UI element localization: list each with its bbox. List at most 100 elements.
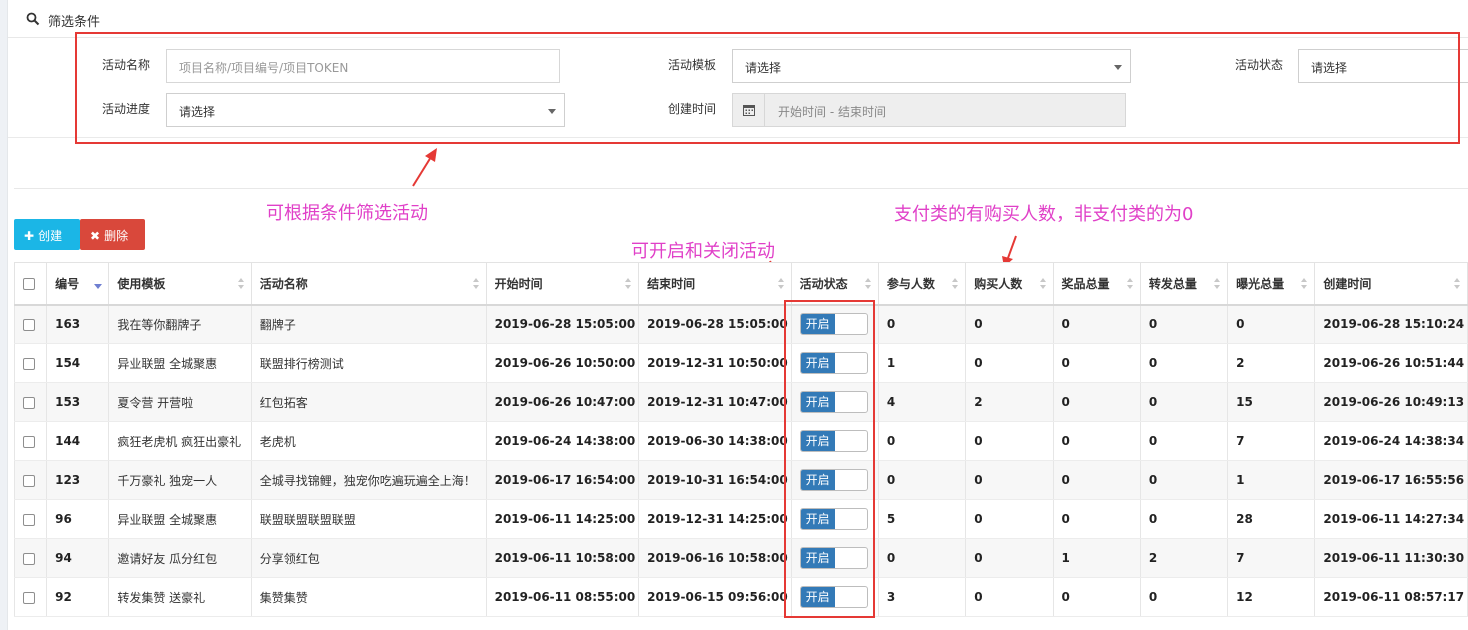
annotation-buyers-note: 支付类的有购买人数，非支付类的为0 <box>894 204 1194 225</box>
cell-participants: 0 <box>877 460 967 500</box>
table-row[interactable]: 92 转发集赞 送豪礼 集赞集赞 2019-06-11 08:55:00 2019-06… <box>13 577 1468 617</box>
select-all-checkbox[interactable] <box>23 277 35 290</box>
cell-end: 2019-06-16 10:58:00 <box>638 538 792 578</box>
table-row[interactable]: 123 千万豪礼 独宠一人 全城寻找锦鲤，独宠你吃遍玩遍全上海！ 2019-06-17… <box>13 460 1468 500</box>
cell-prizes: 0 <box>1052 304 1141 344</box>
column-header-status[interactable]: 活动状态 <box>790 262 879 306</box>
cell-end: 2019-10-31 16:54:00 <box>638 460 792 500</box>
table-row[interactable]: 144 疯狂老虎机 疯狂出豪礼 老虎机 2019-06-24 14:38:00 2019… <box>13 421 1468 461</box>
sort-icon <box>1454 278 1461 290</box>
annotation-toggle-note: 可开启和关闭活动 <box>631 241 775 262</box>
row-checkbox[interactable] <box>23 396 35 409</box>
cell-exposure: 2 <box>1227 343 1316 383</box>
cell-buyers: 2 <box>965 382 1054 422</box>
cell-shares: 0 <box>1139 577 1229 617</box>
row-checkbox-cell[interactable] <box>13 421 48 461</box>
cell-buyers: 0 <box>965 421 1054 461</box>
row-checkbox-cell[interactable] <box>13 499 48 539</box>
row-checkbox[interactable] <box>23 474 35 487</box>
column-header-start[interactable]: 开始时间 <box>485 262 640 306</box>
cell-shares: 0 <box>1139 382 1229 422</box>
cell-name: 老虎机 <box>250 421 487 461</box>
cell-exposure: 28 <box>1227 499 1316 539</box>
column-header-buyers[interactable]: 购买人数 <box>965 262 1054 306</box>
column-header-prizes[interactable]: 奖品总量 <box>1052 262 1141 306</box>
column-header-participants[interactable]: 参与人数 <box>877 262 967 306</box>
cell-prizes: 0 <box>1052 421 1141 461</box>
cell-id: 153 <box>46 382 110 422</box>
cell-end: 2019-12-31 10:47:00 <box>638 382 792 422</box>
cell-start: 2019-06-28 15:05:00 <box>485 304 640 344</box>
cell-created: 2019-06-11 14:27:34 <box>1314 499 1468 539</box>
create-button[interactable]: ✚ 创建 <box>14 219 80 250</box>
row-checkbox-cell[interactable] <box>13 460 48 500</box>
row-checkbox[interactable] <box>23 318 35 331</box>
left-edge-strip <box>0 0 8 630</box>
row-checkbox-cell[interactable] <box>13 538 48 578</box>
column-header-shares[interactable]: 转发总量 <box>1139 262 1229 306</box>
cell-participants: 1 <box>877 343 967 383</box>
cell-created: 2019-06-11 08:57:17 <box>1314 577 1468 617</box>
cell-start: 2019-06-11 14:25:00 <box>485 499 640 539</box>
cell-buyers: 0 <box>965 304 1054 344</box>
table-row[interactable]: 163 我在等你翻牌子 翻牌子 2019-06-28 15:05:00 2019-06-… <box>13 304 1468 344</box>
row-checkbox[interactable] <box>23 435 35 448</box>
column-header-end[interactable]: 结束时间 <box>638 262 792 306</box>
cell-participants: 0 <box>877 421 967 461</box>
cell-end: 2019-06-28 15:05:00 <box>638 304 792 344</box>
sort-icon <box>625 278 632 290</box>
cell-end: 2019-12-31 14:25:00 <box>638 499 792 539</box>
cell-start: 2019-06-17 16:54:00 <box>485 460 640 500</box>
table-row[interactable]: 154 异业联盟 全城聚惠 联盟排行榜测试 2019-06-26 10:50:00 20… <box>13 343 1468 383</box>
filter-highlight-box <box>75 32 1460 144</box>
cell-name: 分享领红包 <box>250 538 487 578</box>
cell-start: 2019-06-26 10:47:00 <box>485 382 640 422</box>
table-row[interactable]: 153 夏令营 开营啦 红包拓客 2019-06-26 10:47:00 2019-12… <box>13 382 1468 422</box>
row-checkbox-cell[interactable] <box>13 343 48 383</box>
cell-name: 联盟联盟联盟联盟 <box>250 499 487 539</box>
row-checkbox[interactable] <box>23 357 35 370</box>
row-checkbox-cell[interactable] <box>13 382 48 422</box>
cell-participants: 5 <box>877 499 967 539</box>
cell-exposure: 0 <box>1227 304 1316 344</box>
cell-shares: 0 <box>1139 499 1229 539</box>
table-row[interactable]: 96 异业联盟 全城聚惠 联盟联盟联盟联盟 2019-06-11 14:25:00 20… <box>13 499 1468 539</box>
sort-icon <box>1214 278 1221 290</box>
cell-prizes: 1 <box>1052 538 1141 578</box>
column-header-id[interactable]: 编号 <box>46 262 110 306</box>
select-all-cell[interactable] <box>13 262 48 306</box>
cell-template: 邀请好友 瓜分红包 <box>108 538 252 578</box>
cell-name: 联盟排行榜测试 <box>250 343 487 383</box>
row-checkbox[interactable] <box>23 513 35 526</box>
cell-prizes: 0 <box>1052 577 1141 617</box>
cell-created: 2019-06-26 10:51:44 <box>1314 343 1468 383</box>
table-body: 163 我在等你翻牌子 翻牌子 2019-06-28 15:05:00 2019-06-… <box>13 304 1468 617</box>
cell-id: 163 <box>46 304 110 344</box>
cell-name: 全城寻找锦鲤，独宠你吃遍玩遍全上海！ <box>250 460 487 500</box>
row-checkbox-cell[interactable] <box>13 304 48 344</box>
cell-exposure: 12 <box>1227 577 1316 617</box>
cell-participants: 4 <box>877 382 967 422</box>
column-header-exposure[interactable]: 曝光总量 <box>1227 262 1316 306</box>
cell-id: 96 <box>46 499 110 539</box>
table-row[interactable]: 94 邀请好友 瓜分红包 分享领红包 2019-06-11 10:58:00 2019-… <box>13 538 1468 578</box>
column-header-created[interactable]: 创建时间 <box>1314 262 1468 306</box>
delete-button[interactable]: ✖ 删除 <box>80 219 145 250</box>
cell-prizes: 0 <box>1052 460 1141 500</box>
cell-prizes: 0 <box>1052 499 1141 539</box>
plus-icon: ✚ <box>24 229 35 243</box>
arrow-head-icon <box>425 148 437 162</box>
row-checkbox-cell[interactable] <box>13 577 48 617</box>
column-header-template[interactable]: 使用模板 <box>108 262 252 306</box>
cell-buyers: 0 <box>965 538 1054 578</box>
cell-end: 2019-12-31 10:50:00 <box>638 343 792 383</box>
cell-start: 2019-06-24 14:38:00 <box>485 421 640 461</box>
row-checkbox[interactable] <box>23 552 35 565</box>
cell-buyers: 0 <box>965 343 1054 383</box>
cell-created: 2019-06-24 14:38:34 <box>1314 421 1468 461</box>
cell-end: 2019-06-15 09:56:00 <box>638 577 792 617</box>
cell-exposure: 1 <box>1227 460 1316 500</box>
column-header-name[interactable]: 活动名称 <box>250 262 487 306</box>
row-checkbox[interactable] <box>23 591 35 604</box>
cell-shares: 0 <box>1139 421 1229 461</box>
